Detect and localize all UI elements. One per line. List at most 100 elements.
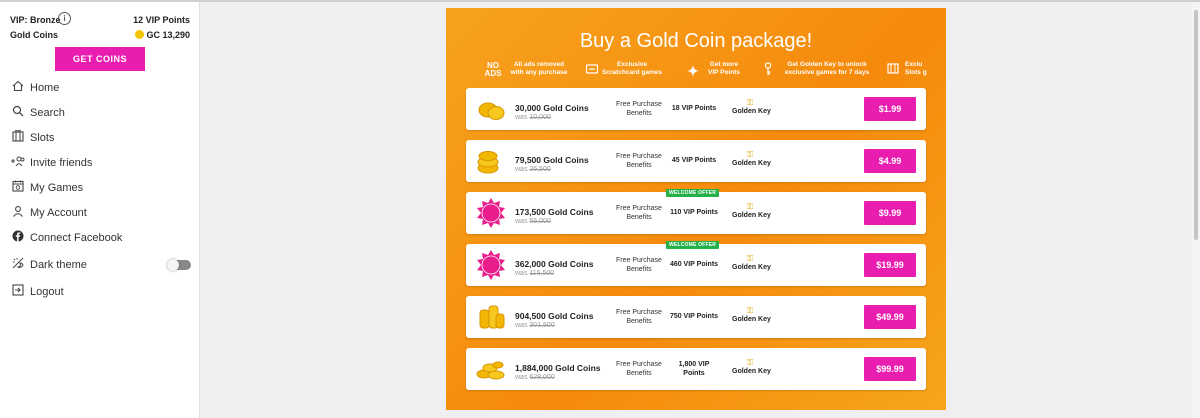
buy-button[interactable]: $19.99 bbox=[864, 253, 916, 277]
coin-stack-icon bbox=[474, 146, 508, 176]
package-row: WELCOME OFFER 173,500 Gold Coins was 55,… bbox=[466, 189, 926, 234]
sidebar-item-logout[interactable]: Logout bbox=[0, 281, 200, 306]
scrollbar-thumb[interactable] bbox=[1194, 10, 1198, 240]
fpb-line-2: Benefits bbox=[626, 214, 652, 221]
free-purchase-benefits: Free Purchase Benefits bbox=[611, 308, 667, 326]
golden-key-label: Golden Key bbox=[732, 368, 771, 375]
vip-line-2: Points bbox=[683, 370, 705, 377]
info-icon[interactable]: i bbox=[58, 12, 71, 25]
package-vip-points: 460 VIP Points bbox=[669, 261, 719, 268]
package-was: was 26,500 bbox=[515, 166, 551, 173]
free-purchase-benefits: Free Purchase Benefits bbox=[611, 256, 667, 274]
benefit-scratchcard: Exclusive Scratchcard games bbox=[585, 60, 680, 84]
sidebar-item-my-account[interactable]: My Account bbox=[0, 202, 200, 227]
home-icon bbox=[11, 80, 25, 94]
benefit-golden-key: Get Golden Key to unlock exclusive games… bbox=[762, 60, 886, 84]
get-coins-button[interactable]: GET COINS bbox=[55, 47, 145, 71]
store-title: Buy a Gold Coin package! bbox=[579, 30, 813, 52]
package-coins: 362,000 Gold Coins bbox=[515, 259, 594, 269]
slots-icon bbox=[11, 130, 25, 144]
sidebar: VIP: Bronze i 12 VIP Points Gold Coins G… bbox=[0, 2, 200, 418]
welcome-offer-badge: WELCOME OFFER bbox=[666, 189, 720, 197]
golden-key-label: Golden Key bbox=[732, 108, 771, 115]
buy-button[interactable]: $9.99 bbox=[864, 201, 916, 225]
package-old-value: 115,500 bbox=[529, 270, 555, 277]
package-was: was 10,000 bbox=[515, 114, 551, 121]
gold-coins-balance: GC 13,290 bbox=[135, 30, 190, 40]
page-scrollbar[interactable] bbox=[1192, 2, 1200, 418]
benefit-text: Get Golden Key to unlock exclusive games… bbox=[774, 61, 880, 77]
free-purchase-benefits: Free Purchase Benefits bbox=[611, 152, 667, 170]
golden-key-icon: ⚿ bbox=[747, 306, 754, 315]
golden-key-icon: ⚿ bbox=[747, 202, 754, 211]
benefit-line-1: Exclu bbox=[905, 61, 923, 68]
buy-button[interactable]: $99.99 bbox=[864, 357, 916, 381]
golden-key-label: Golden Key bbox=[732, 264, 771, 271]
fpb-line-1: Free Purchase bbox=[616, 361, 662, 368]
sidebar-item-connect-facebook[interactable]: Connect Facebook bbox=[0, 227, 200, 252]
package-row: WELCOME OFFER 362,000 Gold Coins was 115… bbox=[466, 241, 926, 286]
benefit-no-ads: NO ADS All ads removed with any purchase bbox=[482, 60, 582, 84]
benefit-line-1: Exclusive bbox=[617, 61, 647, 68]
gold-coins-row: Gold Coins GC 13,290 bbox=[10, 30, 192, 42]
buy-button[interactable]: $49.99 bbox=[864, 305, 916, 329]
sidebar-item-label: Search bbox=[30, 107, 65, 119]
benefit-line-1: Get Golden Key to unlock bbox=[787, 61, 867, 68]
sidebar-item-label: Slots bbox=[30, 132, 55, 144]
package-row: 1,884,000 Gold Coins was 628,000 Free Pu… bbox=[466, 348, 926, 390]
package-coins: 1,884,000 Gold Coins bbox=[515, 363, 601, 373]
fpb-line-1: Free Purchase bbox=[616, 153, 662, 160]
benefit-line-1: Get more bbox=[709, 61, 739, 68]
buy-button[interactable]: $4.99 bbox=[864, 149, 916, 173]
sidebar-item-label: Dark theme bbox=[30, 259, 87, 271]
account-icon bbox=[11, 205, 25, 219]
sidebar-item-home[interactable]: Home bbox=[0, 77, 200, 102]
sidebar-item-search[interactable]: Search bbox=[0, 102, 200, 127]
benefit-line-2: Slots g bbox=[905, 69, 927, 76]
sidebar-item-my-games[interactable]: My Games bbox=[0, 177, 200, 202]
was-label: was bbox=[515, 374, 528, 381]
sidebar-item-dark-theme[interactable]: Dark theme bbox=[0, 254, 200, 279]
sidebar-item-label: Connect Facebook bbox=[30, 232, 123, 244]
dark-theme-toggle[interactable] bbox=[167, 259, 191, 271]
package-coins: 79,500 Gold Coins bbox=[515, 155, 589, 165]
golden-key-label: Golden Key bbox=[732, 160, 771, 167]
package-coins: 30,000 Gold Coins bbox=[515, 103, 589, 113]
golden-key-icon: ⚿ bbox=[747, 98, 754, 107]
coin-store-panel: Buy a Gold Coin package! NO ADS All ads … bbox=[446, 8, 946, 410]
vip-line-1: 1,800 VIP bbox=[678, 361, 710, 368]
coin-towers-icon bbox=[474, 302, 508, 332]
key-icon bbox=[762, 62, 774, 80]
package-vip-points: 1,800 VIP Points bbox=[668, 360, 720, 378]
fpb-line-2: Benefits bbox=[626, 318, 652, 325]
was-label: was bbox=[515, 166, 528, 173]
package-was: was 628,000 bbox=[515, 374, 555, 381]
benefit-text: Exclu Slots g bbox=[905, 61, 935, 77]
package-row: 904,500 Gold Coins was 301,500 Free Purc… bbox=[466, 296, 926, 338]
search-icon bbox=[11, 105, 25, 119]
was-label: was bbox=[515, 114, 528, 121]
gold-coins-label: Gold Coins bbox=[10, 30, 58, 40]
free-purchase-benefits: Free Purchase Benefits bbox=[611, 360, 667, 378]
benefit-slots: Exclu Slots g bbox=[886, 60, 946, 84]
package-old-value: 301,500 bbox=[529, 322, 555, 329]
was-label: was bbox=[515, 322, 528, 329]
sidebar-item-invite-friends[interactable]: Invite friends bbox=[0, 152, 200, 177]
package-was: was 115,500 bbox=[515, 270, 554, 277]
benefit-line-2: Scratchcard games bbox=[602, 69, 662, 76]
package-old-value: 10,000 bbox=[529, 114, 551, 121]
package-vip-points: 110 VIP Points bbox=[670, 209, 718, 216]
sidebar-item-slots[interactable]: Slots bbox=[0, 127, 200, 152]
scratchcard-icon bbox=[585, 62, 599, 80]
no-ads-icon: NO ADS bbox=[484, 61, 502, 78]
welcome-offer-seal-icon bbox=[474, 250, 508, 280]
package-coins: 173,500 Gold Coins bbox=[515, 207, 594, 217]
package-was: was 55,000 bbox=[515, 218, 551, 225]
golden-key-label: Golden Key bbox=[732, 212, 771, 219]
buy-button[interactable]: $1.99 bbox=[864, 97, 916, 121]
golden-key-label: Golden Key bbox=[732, 316, 771, 323]
package-row: 30,000 Gold Coins was 10,000 Free Purcha… bbox=[466, 88, 926, 130]
invite-icon bbox=[11, 155, 25, 169]
coin-heap-icon bbox=[474, 354, 508, 384]
benefit-line-2: exclusive games for 7 days bbox=[784, 69, 870, 76]
